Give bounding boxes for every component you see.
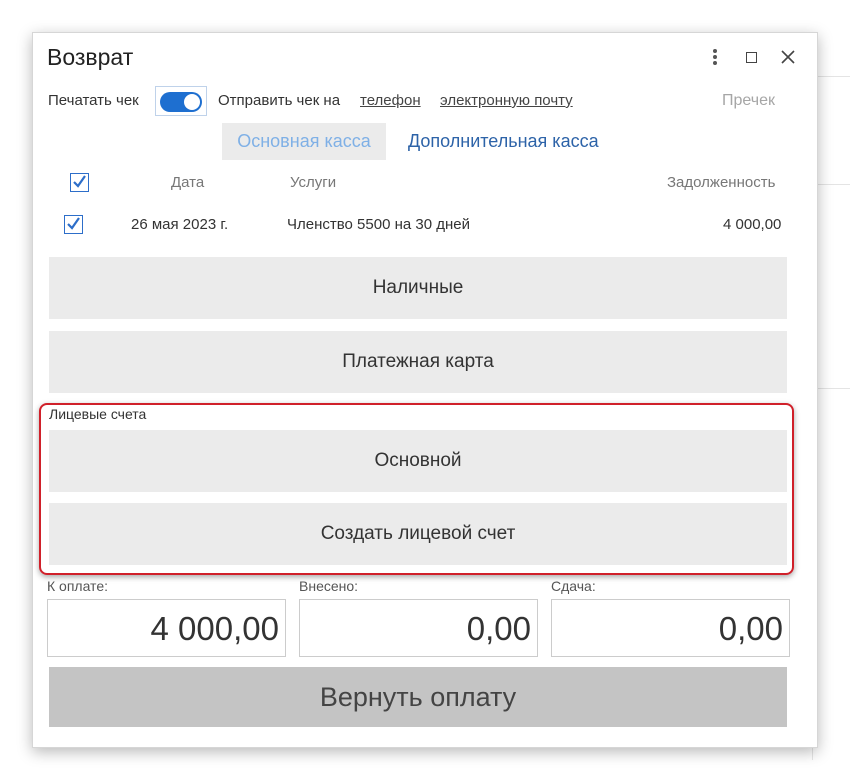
- column-header-date: Дата: [171, 174, 205, 191]
- tab-extra-register[interactable]: Дополнительная касса: [408, 123, 599, 160]
- card-button[interactable]: Платежная карта: [49, 331, 787, 393]
- column-header-debt: Задолженность: [667, 174, 776, 191]
- close-icon[interactable]: [776, 45, 800, 69]
- send-to-email-link[interactable]: электронную почту: [440, 92, 573, 109]
- row-service: Членство 5500 на 30 дней: [287, 216, 470, 233]
- row-checkbox[interactable]: [64, 215, 83, 234]
- print-receipt-toggle[interactable]: [155, 86, 207, 116]
- print-receipt-label: Печатать чек: [48, 92, 139, 109]
- paid-field[interactable]: 0,00: [299, 599, 538, 657]
- toggle-track: [160, 92, 202, 112]
- more-options-icon[interactable]: [703, 45, 727, 69]
- checkmark-icon: [67, 217, 80, 230]
- return-dialog: Возврат Печатать чек Отправить чек на те…: [32, 32, 818, 748]
- create-account-button[interactable]: Создать лицевой счет: [49, 503, 787, 565]
- precheck-button[interactable]: Пречек: [722, 92, 775, 110]
- change-label: Сдача:: [551, 578, 596, 594]
- paid-label: Внесено:: [299, 578, 359, 594]
- tab-main-register[interactable]: Основная касса: [222, 123, 386, 160]
- print-options-row: Печатать чек Отправить чек на телефон эл…: [48, 86, 808, 116]
- to-pay-label: К оплате:: [47, 578, 108, 594]
- toggle-knob: [184, 94, 200, 110]
- main-account-button[interactable]: Основной: [49, 430, 787, 492]
- send-to-phone-link[interactable]: телефон: [360, 92, 421, 109]
- to-pay-field[interactable]: 4 000,00: [47, 599, 286, 657]
- cash-button[interactable]: Наличные: [49, 257, 787, 319]
- row-debt: 4 000,00: [723, 216, 782, 233]
- change-field[interactable]: 0,00: [551, 599, 790, 657]
- select-all-checkbox[interactable]: [70, 173, 89, 192]
- checkmark-icon: [73, 175, 86, 188]
- column-header-services: Услуги: [290, 174, 337, 191]
- personal-accounts-label: Лицевые счета: [49, 406, 147, 422]
- return-payment-button[interactable]: Вернуть оплату: [49, 667, 787, 727]
- dialog-title: Возврат: [47, 44, 134, 70]
- send-receipt-label: Отправить чек на: [218, 92, 341, 109]
- maximize-icon[interactable]: [740, 45, 764, 69]
- row-date: 26 мая 2023 г.: [131, 216, 229, 233]
